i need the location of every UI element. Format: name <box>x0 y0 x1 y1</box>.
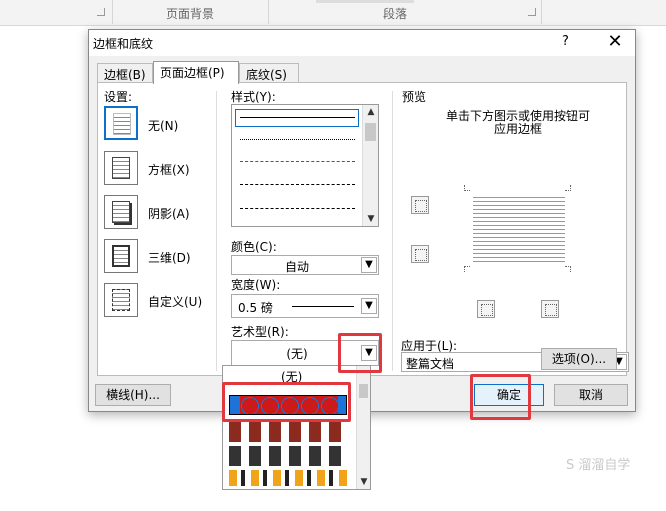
setting-none-button[interactable] <box>104 106 138 140</box>
setting-box-button[interactable] <box>104 151 138 185</box>
highlight-art-dropdown <box>338 333 382 373</box>
tab-page-border[interactable]: 页面边框(P) <box>153 61 239 84</box>
setting-custom-label: 自定义(U) <box>148 295 203 309</box>
color-label: 颜色(C): <box>231 240 277 254</box>
preview-hint-line2: 应用边框 <box>494 122 543 136</box>
art-option-candy[interactable] <box>229 470 347 486</box>
ribbon-separator <box>112 0 113 24</box>
style-dotted-line[interactable] <box>240 139 355 140</box>
art-option-cakes[interactable] <box>229 422 347 442</box>
left-border-icon[interactable] <box>477 300 495 318</box>
ribbon-separator <box>268 0 269 24</box>
setting-custom-button[interactable] <box>104 283 138 317</box>
setting-none-label: 无(N) <box>148 119 179 133</box>
bottom-border-icon[interactable] <box>411 245 429 263</box>
scroll-thumb[interactable] <box>365 123 376 141</box>
preview-header: 预览 <box>402 90 427 104</box>
color-select[interactable]: 自动 ▼ <box>231 255 379 275</box>
right-border-icon[interactable] <box>541 300 559 318</box>
style-header: 样式(Y): <box>231 90 276 104</box>
highlight-ok-button <box>470 374 531 420</box>
style-dash-line[interactable] <box>240 184 355 185</box>
apply-value: 整篇文档 <box>406 357 455 371</box>
scroll-up-icon[interactable]: ▲ <box>363 107 379 117</box>
style-scrollbar[interactable]: ▲ ▼ <box>362 105 378 226</box>
chevron-down-icon[interactable]: ▼ <box>361 257 377 273</box>
chevron-down-icon[interactable]: ▼ <box>361 298 377 314</box>
cancel-button[interactable]: 取消 <box>554 384 628 406</box>
options-button[interactable]: 选项(O)... <box>541 348 617 370</box>
setting-box-icon <box>112 157 130 179</box>
scroll-down-icon[interactable]: ▼ <box>363 214 379 224</box>
setting-3d-icon <box>112 245 130 267</box>
setting-3d-button[interactable] <box>104 239 138 273</box>
close-icon[interactable]: ✕ <box>603 31 627 52</box>
top-border-icon[interactable] <box>411 196 429 214</box>
style-listbox[interactable]: ▲ ▼ <box>231 104 379 227</box>
horizontal-line-button[interactable]: 横线(H)... <box>95 384 171 406</box>
width-value: 0.5 磅 <box>238 301 273 315</box>
setting-none-icon <box>113 113 131 135</box>
preview-page[interactable] <box>473 196 565 264</box>
highlight-apple-option <box>222 382 351 422</box>
preview-corner <box>565 185 571 191</box>
dialog-title: 边框和底纹 <box>93 37 154 51</box>
ribbon-group-page-background: 页面背景 <box>166 7 215 21</box>
color-value: 自动 <box>284 260 309 274</box>
setting-shadow-icon <box>112 201 130 223</box>
watermark: S 溜溜自学 <box>566 458 631 473</box>
style-dash-dot-line[interactable] <box>240 208 355 209</box>
setting-shadow-button[interactable] <box>104 195 138 229</box>
preview-corner <box>565 266 571 272</box>
art-label: 艺术型(R): <box>231 325 289 339</box>
ribbon-separator <box>541 0 542 24</box>
preview-corner <box>464 266 470 272</box>
settings-header: 设置: <box>104 90 133 104</box>
ribbon-strip: 页面背景 段落 <box>0 0 666 26</box>
column-separator <box>392 91 393 371</box>
width-select[interactable]: 0.5 磅 ▼ <box>231 294 379 318</box>
art-scrollbar[interactable]: ▼ <box>356 366 370 489</box>
setting-custom-icon <box>112 289 130 311</box>
column-separator <box>216 91 217 371</box>
style-dash-fine-line[interactable] <box>240 161 355 162</box>
style-selection <box>235 109 359 127</box>
ribbon-group-paragraph: 段落 <box>383 7 408 21</box>
page-border-panel: 设置: 无(N) 方框(X) 阴影(A) 三维(D) 自定义(U) 样式(Y):… <box>97 82 629 376</box>
art-option-gifts[interactable] <box>229 446 347 466</box>
width-sample-line <box>292 306 354 307</box>
ribbon-button-edge[interactable] <box>316 0 414 3</box>
scroll-down-icon[interactable]: ▼ <box>357 477 371 487</box>
setting-3d-label: 三维(D) <box>148 251 191 265</box>
tab-borders[interactable]: 边框(B) <box>97 63 153 83</box>
dialog-titlebar[interactable]: 边框和底纹 ? ✕ <box>89 30 635 56</box>
preview-corner <box>464 185 470 191</box>
dialog-launcher-icon[interactable] <box>97 8 105 16</box>
width-label: 宽度(W): <box>231 278 281 292</box>
style-solid-line[interactable] <box>240 117 355 118</box>
setting-box-label: 方框(X) <box>148 163 190 177</box>
tab-shading[interactable]: 底纹(S) <box>239 63 299 83</box>
scroll-thumb[interactable] <box>359 384 368 398</box>
dialog-launcher-icon[interactable] <box>528 8 536 16</box>
help-button[interactable]: ? <box>562 34 569 49</box>
setting-shadow-label: 阴影(A) <box>148 207 190 221</box>
